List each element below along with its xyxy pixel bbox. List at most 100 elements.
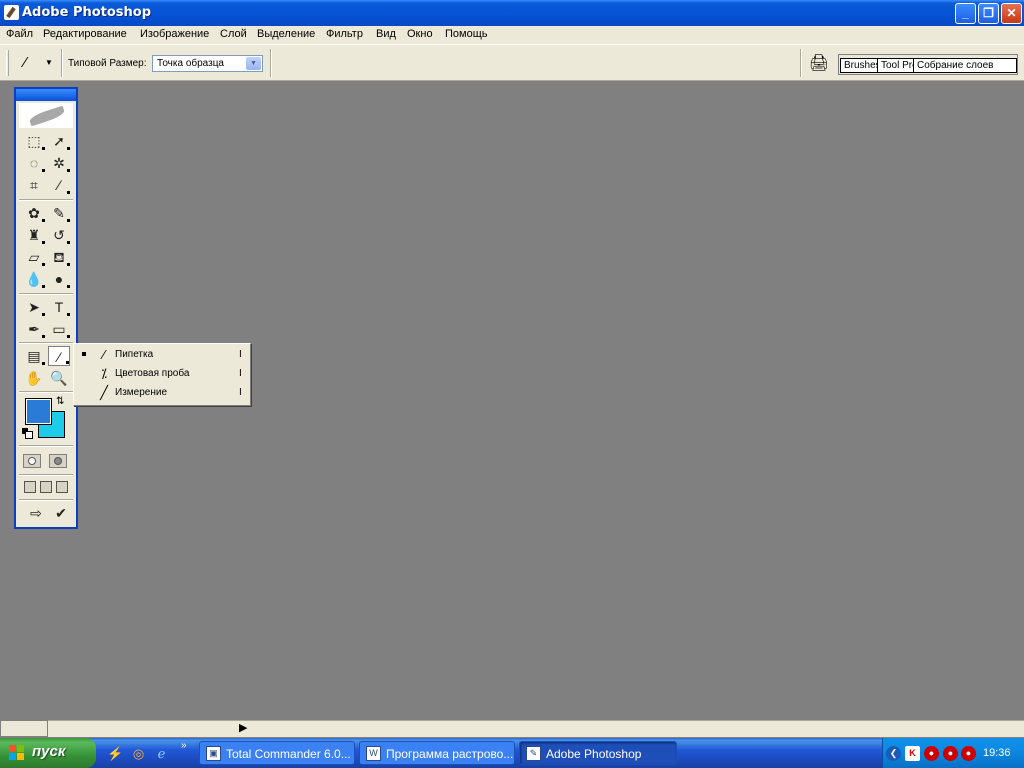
chevron-down-icon[interactable]: ▼ [246,57,261,70]
quick-mask-button[interactable] [49,454,67,468]
tab-tool-presets[interactable]: Tool Presets [877,58,915,73]
pen-tool[interactable]: ✒ [23,319,45,339]
flyout-item-measure[interactable]: ╱ Измерение I [74,383,250,402]
checkmark-icon[interactable]: ✔ [50,503,72,523]
move-tool[interactable]: ➚ [48,131,70,151]
flyout-item-shortcut: I [239,368,242,379]
taskbar-item-word[interactable]: W Программа растрово... [359,741,515,765]
menu-edit[interactable]: Редактирование [43,28,127,40]
magic-wand-tool[interactable]: ✲ [48,153,70,173]
standard-screen-mode-button[interactable] [24,481,36,493]
tool-preset-picker[interactable]: ⁄ ▼ [18,52,56,74]
clone-stamp-tool[interactable]: ♜ [23,225,45,245]
standard-mode-icon [28,457,36,465]
tray-app-icon[interactable]: ● [943,746,958,761]
shape-tool[interactable]: ▭ [48,319,70,339]
menu-filter[interactable]: Фильтр [326,28,363,40]
path-selection-tool[interactable]: ➤ [23,297,45,317]
quick-launch-outlook-icon[interactable]: ◎ [130,745,147,762]
menu-layer[interactable]: Слой [220,28,247,40]
history-brush-tool[interactable]: ↺ [48,225,70,245]
chevron-more-icon[interactable]: » [181,740,187,751]
toolbox-title-bar[interactable] [16,89,76,101]
menu-select[interactable]: Выделение [257,28,315,40]
lasso-tool[interactable]: ◌ [23,153,45,173]
feather-icon [28,105,66,127]
flyout-item-shortcut: I [239,387,242,398]
minimize-button[interactable]: _ [955,3,976,24]
divider [19,391,73,393]
paint-bucket-tool[interactable]: ⛾ [48,247,70,267]
divider [19,445,73,447]
crop-tool[interactable]: ⌗ [23,175,45,195]
measure-icon: ╱ [100,385,108,400]
taskbar-item-label: Программа растрово... [386,747,514,761]
status-bar [48,720,1024,737]
flyout-item-label: Цветовая проба [115,368,190,379]
internet-explorer-icon[interactable]: ℯ [153,745,170,762]
brush-tool[interactable]: ✎ [48,203,70,223]
kaspersky-icon[interactable]: K [905,746,920,761]
divider [19,342,73,344]
marquee-tool[interactable]: ⬚ [23,131,45,151]
window-title: Adobe Photoshop [22,5,152,20]
menu-view[interactable]: Вид [376,28,396,40]
standard-mode-button[interactable] [23,454,41,468]
eyedropper-icon: ⁄ [24,54,27,71]
zoom-tool[interactable]: 🔍 [48,368,70,388]
taskbar-item-total-commander[interactable]: ▣ Total Commander 6.0... [199,741,355,765]
healing-brush-tool[interactable]: ✿ [23,203,45,223]
flyout-item-eyedropper[interactable]: ⁄ Пипетка I [74,345,250,364]
full-screen-menu-mode-button[interactable] [40,481,52,493]
adobe-online-button[interactable] [19,103,73,128]
status-field[interactable] [0,720,48,737]
tray-app-icon[interactable]: ● [961,746,976,761]
title-bar[interactable]: Adobe Photoshop _ ❐ ✕ [0,0,1024,26]
sample-size-select[interactable]: Точка образца ▼ [152,55,263,72]
jump-to-imageready-icon[interactable]: ⇨ [23,503,49,523]
taskbar-item-photoshop[interactable]: ✎ Adobe Photoshop [519,741,677,765]
slice-tool[interactable]: ⁄ [48,175,70,195]
start-button[interactable]: пуск [0,738,96,768]
sample-size-label: Типовой Размер: [68,58,147,69]
blur-tool[interactable]: 💧 [23,269,45,289]
default-colors-icon[interactable] [22,428,33,439]
photoshop-icon: ✎ [526,746,541,761]
status-arrow-icon[interactable]: ▶ [239,721,247,734]
flyout-item-label: Пипетка [115,349,154,360]
full-screen-mode-button[interactable] [56,481,68,493]
eraser-tool[interactable]: ▱ [23,247,45,267]
file-browser-icon[interactable]: 🖨 [808,53,830,73]
divider [61,49,63,77]
menu-image[interactable]: Изображение [140,28,209,40]
hand-tool[interactable]: ✋ [23,368,45,388]
close-button[interactable]: ✕ [1001,3,1022,24]
options-bar: ⁄ ▼ Типовой Размер: Точка образца ▼ 🖨 Br… [0,44,1024,81]
sample-size-value: Точка образца [157,58,224,69]
tab-brushes[interactable]: Brushes [840,58,878,73]
notes-tool[interactable]: ▤ [23,346,45,366]
word-icon: W [366,746,381,761]
tab-layer-comps[interactable]: Собрание слоев [913,58,1017,73]
quick-launch-icon[interactable]: ⚡ [107,745,124,762]
swap-colors-icon[interactable]: ⇅ [56,396,64,407]
palette-well: Brushes Tool Presets Собрание слоев [838,54,1018,75]
menu-help[interactable]: Помощь [445,28,488,40]
maximize-button[interactable]: ❐ [978,3,999,24]
foreground-color-swatch[interactable] [25,398,52,425]
flyout-item-color-sampler[interactable]: ⁒ Цветовая проба I [74,364,250,383]
start-label: пуск [32,743,66,760]
options-grip[interactable] [6,50,9,76]
tray-app-icon[interactable]: ● [924,746,939,761]
menu-window[interactable]: Окно [407,28,433,40]
clock[interactable]: 19:36 [983,747,1011,759]
photoshop-icon[interactable] [4,5,19,20]
tray-expand-icon[interactable]: ❮ [886,746,901,761]
type-tool[interactable]: T [48,297,70,317]
taskbar-item-label: Adobe Photoshop [546,747,642,761]
quick-mask-icon [54,457,62,465]
menu-file[interactable]: Файл [6,28,33,40]
eyedropper-tool[interactable]: ⁄ [48,346,70,366]
dodge-tool[interactable]: ● [48,269,70,289]
toolbox: ⬚ ➚ ◌ ✲ ⌗ ⁄ ✿ ✎ ♜ ↺ ▱ ⛾ 💧 ● ➤ T ✒ ▭ ▤ ⁄ … [14,87,78,529]
